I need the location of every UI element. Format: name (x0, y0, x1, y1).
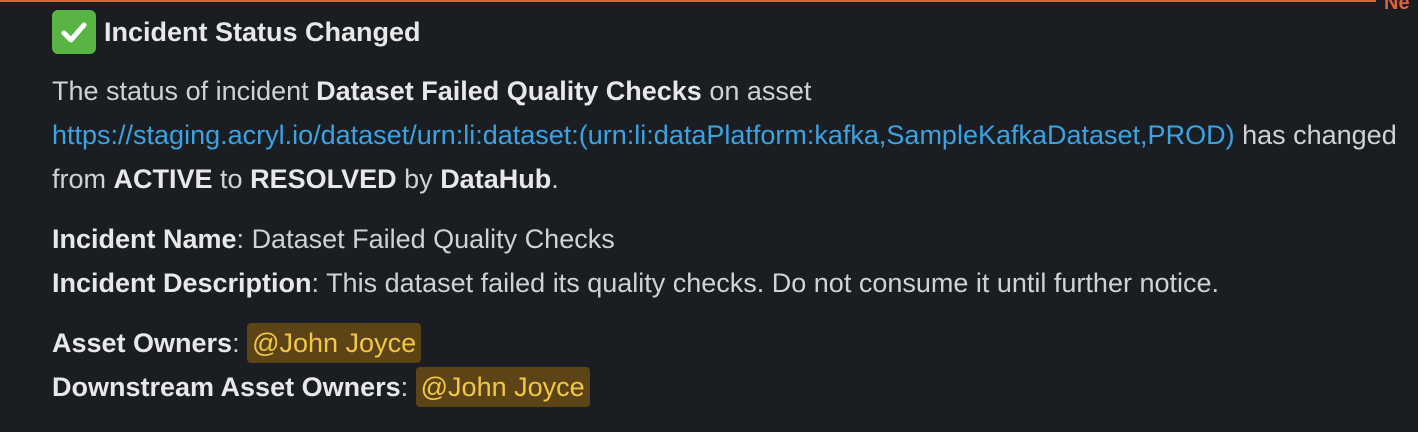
body-on-asset: on asset (709, 76, 812, 106)
body-prefix: The status of incident (52, 76, 309, 106)
from-status: ACTIVE (113, 164, 213, 194)
body-period: . (551, 164, 559, 194)
asset-owner-mention[interactable]: @John Joyce (247, 323, 422, 363)
status-change-paragraph: The status of incident Dataset Failed Qu… (52, 69, 1404, 201)
actor-name: DataHub (440, 164, 552, 194)
incident-name-row: Incident Name: Dataset Failed Quality Ch… (52, 224, 615, 254)
message-title: Incident Status Changed (104, 16, 421, 47)
incident-description-row: Incident Description: This dataset faile… (52, 268, 1220, 298)
body-to: to (220, 164, 243, 194)
asset-url-link[interactable]: https://staging.acryl.io/dataset/urn:li:… (52, 120, 1235, 150)
downstream-owners-row: Downstream Asset Owners: @John Joyce (52, 365, 1404, 409)
incident-message: Incident Status Changed The status of in… (52, 10, 1404, 409)
check-mark-button-icon (52, 10, 96, 54)
incident-name-value: Dataset Failed Quality Checks (251, 224, 615, 254)
message-title-row: Incident Status Changed (52, 10, 1404, 54)
owners-section: Asset Owners: @John Joyce Downstream Ass… (52, 321, 1404, 409)
body-by: by (404, 164, 433, 194)
to-status: RESOLVED (250, 164, 397, 194)
downstream-owners-label: Downstream Asset Owners (52, 372, 401, 402)
new-messages-divider (0, 0, 1376, 2)
asset-owners-label: Asset Owners (52, 328, 233, 358)
incident-name-bold: Dataset Failed Quality Checks (316, 76, 702, 106)
incident-description-label: Incident Description (52, 268, 312, 298)
incident-description-value: This dataset failed its quality checks. … (326, 268, 1220, 298)
asset-owners-row: Asset Owners: @John Joyce (52, 321, 1404, 365)
incident-name-label: Incident Name (52, 224, 237, 254)
downstream-owner-mention[interactable]: @John Joyce (415, 367, 590, 407)
incident-details: Incident Name: Dataset Failed Quality Ch… (52, 217, 1404, 305)
